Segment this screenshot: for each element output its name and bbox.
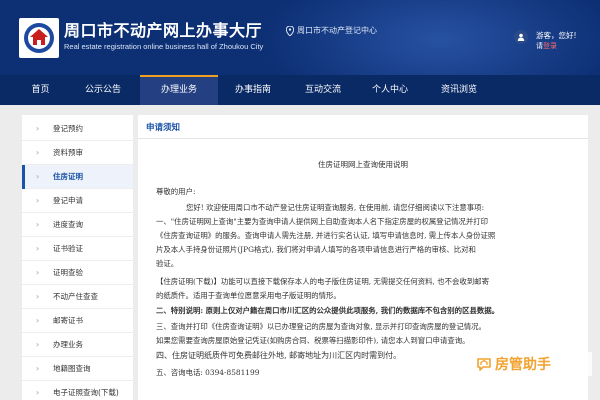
document-greeting: 尊敬的用户: <box>156 187 196 196</box>
chevron-right-icon: › <box>36 196 40 205</box>
document-paragraph-line: 片及本人手持身份证照片(JPG格式), 我们将对申请人填写的各项申请信息进行严格… <box>156 245 476 254</box>
chevron-right-icon: › <box>36 292 40 301</box>
chevron-right-icon: › <box>36 220 40 229</box>
sidebar: › 登记预约 › 资料预审 › 住房证明 › 登记申请 › 进度查询 › 证书验… <box>22 115 133 400</box>
document-paragraph-line: 验证。 <box>156 259 179 268</box>
document-mailing-note: 四、住房证明纸质件可免费邮往外地, 邮寄地址为川汇区内时需到付。 <box>156 351 402 360</box>
location-label: 周口市不动产登记中心 <box>297 26 377 35</box>
nav-item-interaction[interactable]: 互动交流 <box>290 75 356 105</box>
sidebar-item-label: 进度查询 <box>53 220 83 229</box>
sidebar-item-label: 证书验证 <box>53 244 83 253</box>
document-paragraph-line: 三、查询并打印《住房查询证明》以已办理登记的房屋为查询对象, 显示并打印查询房屋… <box>156 322 486 331</box>
site-header: 周口市不动产网上办事大厅 Real estate registration on… <box>0 0 600 75</box>
document-contact-phone: 五、咨询电话: 0394-8581199 <box>156 368 260 377</box>
nav-item-news[interactable]: 资讯浏览 <box>426 75 492 105</box>
sidebar-item-certificate-verify[interactable]: › 证书验证 <box>22 237 133 261</box>
sidebar-item-cadastral-map[interactable]: › 地籍图查询 <box>22 357 133 381</box>
sidebar-item-label: 电子证照查询(下载) <box>53 388 119 397</box>
nav-item-business[interactable]: 办理业务 <box>140 75 218 105</box>
sidebar-item-label: 登记预约 <box>53 124 83 133</box>
nav-item-home[interactable]: 首页 <box>22 75 59 105</box>
watermark: 房管助手 <box>476 352 592 376</box>
chevron-right-icon: › <box>36 148 40 157</box>
site-subtitle: Real estate registration online business… <box>64 42 264 51</box>
sidebar-item-label: 住房证明 <box>53 172 83 181</box>
sidebar-item-housing-certificate[interactable]: › 住房证明 <box>22 165 133 189</box>
user-avatar-icon[interactable] <box>514 30 528 44</box>
emblem-icon <box>24 23 54 53</box>
document-title: 住房证明网上查询使用说明 <box>318 160 408 169</box>
document-paragraph-line: 《住房查询证明》的服务。查询申请人需先注册, 并进行实名认证, 填写申请信息时,… <box>156 231 496 240</box>
chevron-right-icon: › <box>36 316 40 325</box>
sidebar-item-label: 邮寄证书 <box>53 316 83 325</box>
map-pin-icon <box>286 25 294 36</box>
sidebar-item-proof-check[interactable]: › 证明查验 <box>22 261 133 285</box>
nav-item-guide[interactable]: 办事指南 <box>222 75 284 105</box>
sidebar-item-mail-certificate[interactable]: › 邮寄证书 <box>22 309 133 333</box>
document-paragraph-line: 如果您需要查询房屋原始登记凭证(如购房合同、税票等扫描影印件), 请您本人到窗口… <box>156 336 470 345</box>
sidebar-item-progress-query[interactable]: › 进度查询 <box>22 213 133 237</box>
chevron-right-icon: › <box>36 340 40 349</box>
site-title: 周口市不动产网上办事大厅 <box>64 21 263 40</box>
house-chat-icon <box>477 358 491 371</box>
chevron-right-icon: › <box>36 124 40 133</box>
sidebar-item-label: 地籍图查询 <box>53 364 91 373</box>
site-logo[interactable] <box>19 18 59 58</box>
document-paragraph-line: 【住房证明(下载)】功能可以直接下载保存本人的电子版住房证明, 无需提交任何资料… <box>156 277 489 286</box>
watermark-text: 房管助手 <box>495 357 551 373</box>
user-greeting: 游客，您好! <box>536 31 577 40</box>
main-nav: 首页 公示公告 办理业务 办事指南 互动交流 个人中心 资讯浏览 <box>0 75 600 105</box>
sidebar-item-label: 办理业务 <box>53 340 83 349</box>
sidebar-item-label: 证明查验 <box>53 268 83 277</box>
chevron-right-icon: › <box>36 268 40 277</box>
chevron-right-icon: › <box>36 364 40 373</box>
sidebar-item-appointment[interactable]: › 登记预约 <box>22 117 133 141</box>
sidebar-item-pre-review[interactable]: › 资料预审 <box>22 141 133 165</box>
nav-item-personal-center[interactable]: 个人中心 <box>357 75 423 105</box>
sidebar-item-label: 资料预审 <box>53 148 83 157</box>
user-links: 请登录 <box>536 41 557 51</box>
login-link[interactable]: 登录 <box>543 42 557 50</box>
sidebar-item-handle-business[interactable]: › 办理业务 <box>22 333 133 357</box>
sidebar-item-property-query[interactable]: › 不动产住查查 <box>22 285 133 309</box>
sidebar-item-label: 登记申请 <box>53 196 83 205</box>
user-links-prefix: 请 <box>536 42 543 50</box>
document-paragraph-line: 的纸质件。适用于查询单位愿意采用电子版证明的情形。 <box>156 291 341 300</box>
nav-item-announcements[interactable]: 公示公告 <box>68 75 138 105</box>
document-paragraph-line: 一、"住房证明网上查询"主要为查询申请人提供网上自助查询本人名下指定房屋的权属登… <box>156 217 488 226</box>
sidebar-item-registration-application[interactable]: › 登记申请 <box>22 189 133 213</box>
sidebar-item-label: 不动产住查查 <box>53 292 98 301</box>
section-title: 申请须知 <box>146 123 181 133</box>
document-paragraph-line: 您好! 欢迎使用周口市不动产登记住房证明查询服务, 在使用前, 请您仔细阅读以下… <box>186 203 485 212</box>
document-special-note: 二、特别说明: 原则上仅对户籍在周口市川汇区的公众提供此项服务, 我们的数据库不… <box>156 306 500 315</box>
chevron-right-icon: › <box>36 244 40 253</box>
chevron-right-icon: › <box>36 388 40 397</box>
chevron-right-icon: › <box>36 172 40 181</box>
main-panel-header: 申请须知 <box>138 115 588 139</box>
location-selector[interactable]: 周口市不动产登记中心 <box>286 25 377 36</box>
sidebar-item-e-license-query[interactable]: › 电子证照查询(下载) <box>22 381 133 400</box>
